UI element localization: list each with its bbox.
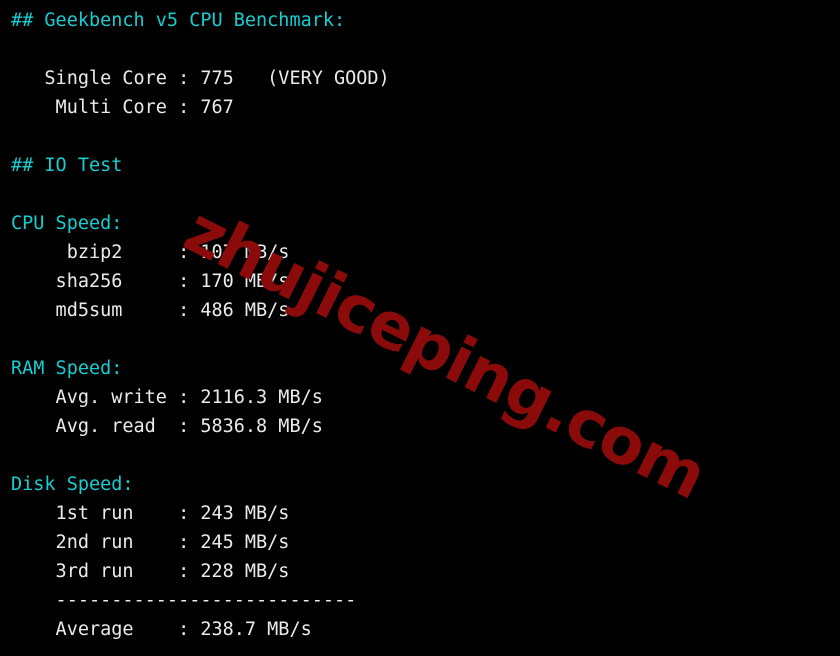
- disk-speed-average-row: Average : 238.7 MB/s: [11, 619, 312, 640]
- cpu-speed-sha256-row: sha256 : 170 MB/s: [11, 271, 290, 292]
- disk-speed-run1-row: 1st run : 243 MB/s: [11, 503, 290, 524]
- geekbench-heading: ## Geekbench v5 CPU Benchmark:: [11, 10, 346, 31]
- disk-speed-heading: Disk Speed:: [11, 474, 134, 495]
- terminal-text-buffer: ## Geekbench v5 CPU Benchmark: Single Co…: [0, 0, 840, 644]
- ram-speed-avg-read-row: Avg. read : 5836.8 MB/s: [11, 416, 323, 437]
- ram-speed-heading: RAM Speed:: [11, 358, 123, 379]
- ram-speed-avg-write-row: Avg. write : 2116.3 MB/s: [11, 387, 323, 408]
- cpu-speed-md5sum-row: md5sum : 486 MB/s: [11, 300, 290, 321]
- geekbench-single-core-row: Single Core : 775 (VERY GOOD): [11, 68, 390, 89]
- disk-speed-run3-row: 3rd run : 228 MB/s: [11, 561, 290, 582]
- io-test-heading: ## IO Test: [11, 155, 123, 176]
- disk-speed-run2-row: 2nd run : 245 MB/s: [11, 532, 290, 553]
- cpu-speed-bzip2-row: bzip2 : 107 MB/s: [11, 242, 290, 263]
- disk-speed-separator: ---------------------------: [11, 590, 357, 611]
- geekbench-multi-core-row: Multi Core : 767: [11, 97, 234, 118]
- cpu-speed-heading: CPU Speed:: [11, 213, 123, 234]
- terminal-output-window: ## Geekbench v5 CPU Benchmark: Single Co…: [0, 0, 840, 656]
